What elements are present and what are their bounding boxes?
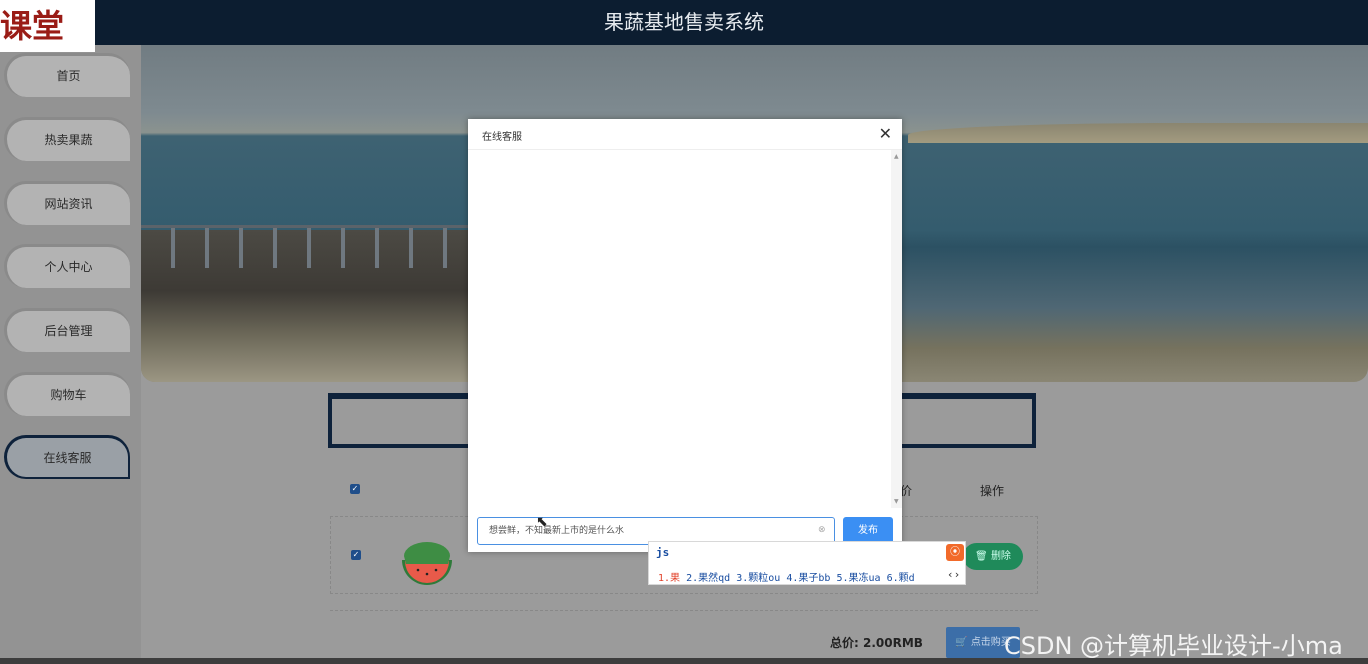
ime-candidate-window: js ⦿ 1.果 2.果然qd 3.颗粒ou 4.果子bb 5.果冻ua 6.颗… [648, 541, 966, 585]
sidebar-item-cart[interactable]: 购物车 [4, 372, 130, 416]
sidebar-item-news[interactable]: 网站资讯 [4, 181, 130, 225]
mouse-cursor-icon: ⬉ [536, 514, 548, 530]
dialog-header: 在线客服 ✕ [468, 119, 902, 150]
sidebar-item-admin[interactable]: 后台管理 [4, 308, 130, 352]
ime-candidate[interactable]: 3.颗粒ou [736, 573, 780, 584]
scroll-up-icon[interactable]: ▲ [894, 153, 899, 160]
sidebar-item-label: 个人中心 [44, 260, 93, 274]
logo: 课堂 [0, 0, 95, 52]
ime-candidates: 1.果 2.果然qd 3.颗粒ou 4.果子bb 5.果冻ua 6.颗d [658, 569, 915, 584]
sidebar-item-label: 热卖果蔬 [44, 133, 93, 147]
ime-candidate[interactable]: 5.果冻ua [836, 573, 880, 584]
sidebar-item-label: 网站资讯 [44, 197, 93, 211]
sidebar-item-online-service[interactable]: 在线客服 [4, 435, 130, 479]
app-title: 果蔬基地售卖系统 [604, 10, 764, 34]
dialog-title: 在线客服 [482, 132, 522, 143]
scroll-down-icon[interactable]: ▼ [894, 498, 899, 505]
clear-input-icon[interactable]: ⊗ [818, 525, 826, 535]
watermelon-image [402, 542, 452, 585]
ime-candidate[interactable]: 1.果 [658, 573, 680, 584]
sidebar-item-label: 购物车 [50, 388, 87, 402]
sidebar-item-label: 后台管理 [44, 324, 93, 338]
online-service-dialog: 在线客服 ✕ ▲ ▼ 想尝鲜，不知最新上市的是什么水 ⊗ 发布 [468, 119, 902, 552]
app-header: 果蔬基地售卖系统 [0, 0, 1368, 45]
total-row [330, 610, 1038, 659]
ime-candidate[interactable]: 2.果然qd [686, 573, 730, 584]
chat-messages-area[interactable] [468, 150, 892, 508]
ime-page-nav-icon[interactable]: ‹› [947, 568, 960, 581]
banner-cliffs [908, 123, 1368, 143]
ime-composition: js [656, 546, 670, 559]
logo-text: 课堂 [0, 7, 65, 45]
sidebar-item-personal-center[interactable]: 个人中心 [4, 244, 130, 288]
ime-candidate[interactable]: 6.颗d [887, 573, 915, 584]
ime-candidate[interactable]: 4.果子bb [786, 573, 830, 584]
sidebar-item-label: 首页 [56, 69, 81, 83]
cart-icon: 🛒 [955, 637, 968, 648]
delete-button[interactable]: 🗑 删除 [963, 543, 1023, 570]
sidebar-item-home[interactable]: 首页 [4, 53, 130, 97]
row-checkbox[interactable]: ✓ [351, 550, 361, 560]
column-header-operation: 操作 [980, 484, 1005, 498]
watermark: CSDN @计算机毕业设计-小ma [1004, 632, 1343, 660]
ime-logo-icon[interactable]: ⦿ [946, 544, 964, 561]
chat-scrollbar[interactable]: ▲ ▼ [891, 150, 902, 508]
select-all-checkbox[interactable]: ✓ [350, 484, 360, 494]
sidebar-item-hot-produce[interactable]: 热卖果蔬 [4, 117, 130, 161]
banner-railing [141, 225, 481, 268]
cart-total: 总价: 2.00RMB [830, 636, 923, 650]
close-icon[interactable]: ✕ [879, 124, 892, 143]
trash-icon: 🗑 [975, 551, 988, 562]
sidebar-item-label: 在线客服 [43, 451, 92, 465]
delete-label: 删除 [990, 551, 1011, 562]
sidebar: 首页 热卖果蔬 网站资讯 个人中心 后台管理 购物车 在线客服 [0, 45, 141, 658]
